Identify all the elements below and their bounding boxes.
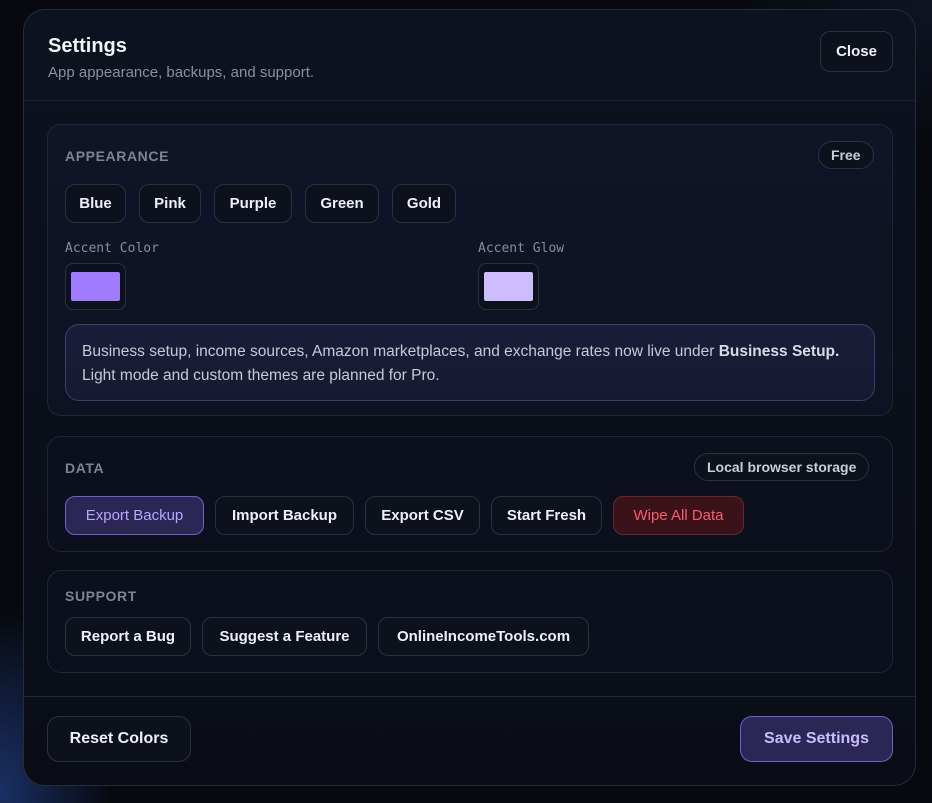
note-text-1: Business setup, income sources, Amazon m… (82, 343, 719, 360)
close-button[interactable]: Close (820, 31, 893, 72)
export-csv-button[interactable]: Export CSV (365, 496, 480, 535)
export-backup-button[interactable]: Export Backup (65, 496, 204, 535)
preset-pink-button[interactable]: Pink (139, 184, 201, 223)
settings-modal: Settings App appearance, backups, and su… (23, 9, 916, 786)
accent-glow-swatch (484, 272, 533, 301)
suggest-feature-link[interactable]: Suggest a Feature (202, 617, 367, 656)
page-title: Settings (48, 35, 127, 57)
appearance-section-label: APPEARANCE (65, 148, 170, 164)
accent-glow-picker[interactable] (478, 263, 539, 310)
save-settings-button[interactable]: Save Settings (740, 716, 893, 762)
modal-header: Settings App appearance, backups, and su… (24, 10, 915, 101)
modal-footer: Reset Colors Save Settings (24, 696, 915, 785)
import-backup-button[interactable]: Import Backup (215, 496, 354, 535)
accent-color-picker[interactable] (65, 263, 126, 310)
note-link-business-setup: Business Setup. (718, 343, 840, 360)
online-income-tools-link[interactable]: OnlineIncomeTools.com (378, 617, 589, 656)
data-section: DATA Local browser storage Export Backup… (47, 436, 893, 552)
reset-colors-button[interactable]: Reset Colors (47, 716, 191, 762)
support-section-label: SUPPORT (65, 588, 137, 604)
note-text-2: Light mode and custom themes are planned… (82, 367, 440, 384)
data-section-label: DATA (65, 460, 105, 476)
support-section: SUPPORT Report a Bug Suggest a Feature O… (47, 570, 893, 673)
preset-green-button[interactable]: Green (305, 184, 379, 223)
preset-purple-button[interactable]: Purple (214, 184, 292, 223)
accent-color-swatch (71, 272, 120, 301)
page-subtitle: App appearance, backups, and support. (48, 64, 315, 81)
accent-color-label: Accent Color (65, 241, 159, 256)
report-bug-link[interactable]: Report a Bug (65, 617, 191, 656)
start-fresh-button[interactable]: Start Fresh (491, 496, 602, 535)
info-note: Business setup, income sources, Amazon m… (65, 324, 875, 401)
preset-gold-button[interactable]: Gold (392, 184, 456, 223)
accent-glow-label: Accent Glow (478, 241, 565, 256)
wipe-all-data-button[interactable]: Wipe All Data (613, 496, 744, 535)
preset-blue-button[interactable]: Blue (65, 184, 126, 223)
plan-badge: Free (818, 141, 874, 169)
storage-badge: Local browser storage (694, 453, 870, 481)
appearance-section: APPEARANCE Free Blue Pink Purple Green G… (47, 124, 893, 416)
